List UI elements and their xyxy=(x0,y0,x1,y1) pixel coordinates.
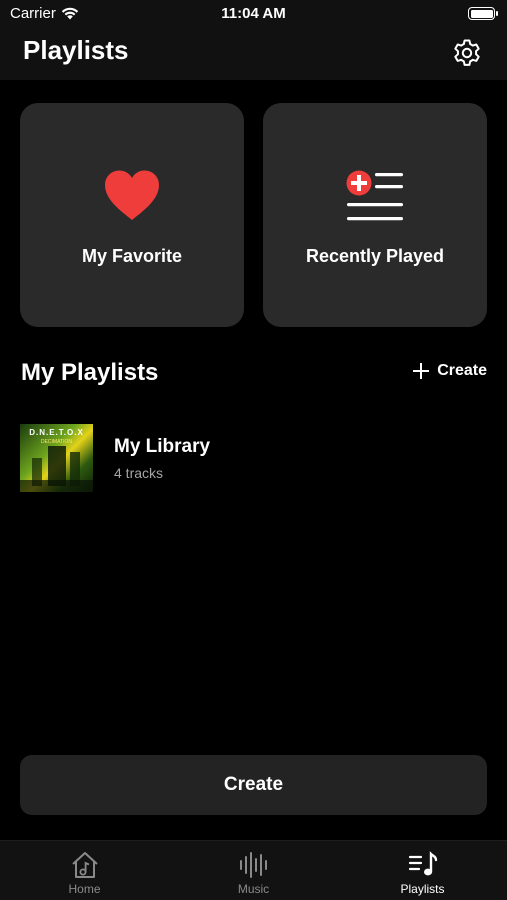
page-title: Playlists xyxy=(23,35,129,65)
waveform-icon xyxy=(239,852,267,878)
tab-playlists[interactable]: Playlists xyxy=(338,841,507,900)
settings-button[interactable] xyxy=(451,37,483,69)
recently-played-card[interactable]: Recently Played xyxy=(263,103,487,327)
card-label: My Favorite xyxy=(81,246,183,266)
status-bar: Carrier 11:04 AM xyxy=(0,0,507,28)
tab-label: Music xyxy=(237,882,270,896)
heart-icon xyxy=(103,169,161,226)
navigation-bar: Playlists xyxy=(0,28,507,80)
tab-bar: Home Music Playlists xyxy=(0,840,507,900)
playlist-cover-image: D.N.E.T.O.X DECIMATION xyxy=(20,424,93,492)
plus-icon xyxy=(413,363,430,379)
tab-home[interactable]: Home xyxy=(0,841,169,900)
create-playlist-link[interactable]: Create xyxy=(413,362,487,380)
playlist-music-icon xyxy=(408,851,437,876)
playlist-track-count: 4 tracks xyxy=(114,465,164,481)
playlist-row[interactable]: D.N.E.T.O.X DECIMATION My Library 4 trac… xyxy=(20,424,487,494)
tab-label: Playlists xyxy=(400,882,445,896)
home-music-icon xyxy=(71,852,98,878)
gear-icon xyxy=(454,39,480,66)
create-link-label: Create xyxy=(437,362,487,379)
my-favorite-card[interactable]: My Favorite xyxy=(20,103,244,327)
status-time: 11:04 AM xyxy=(221,5,286,22)
tab-music[interactable]: Music xyxy=(169,841,338,900)
tab-label: Home xyxy=(68,882,101,896)
battery-icon xyxy=(468,7,498,20)
playlist-add-icon xyxy=(345,169,405,228)
card-label: Recently Played xyxy=(305,246,445,266)
create-button[interactable]: Create xyxy=(20,755,487,815)
playlist-title: My Library xyxy=(114,436,211,457)
section-title: My Playlists xyxy=(21,359,159,386)
